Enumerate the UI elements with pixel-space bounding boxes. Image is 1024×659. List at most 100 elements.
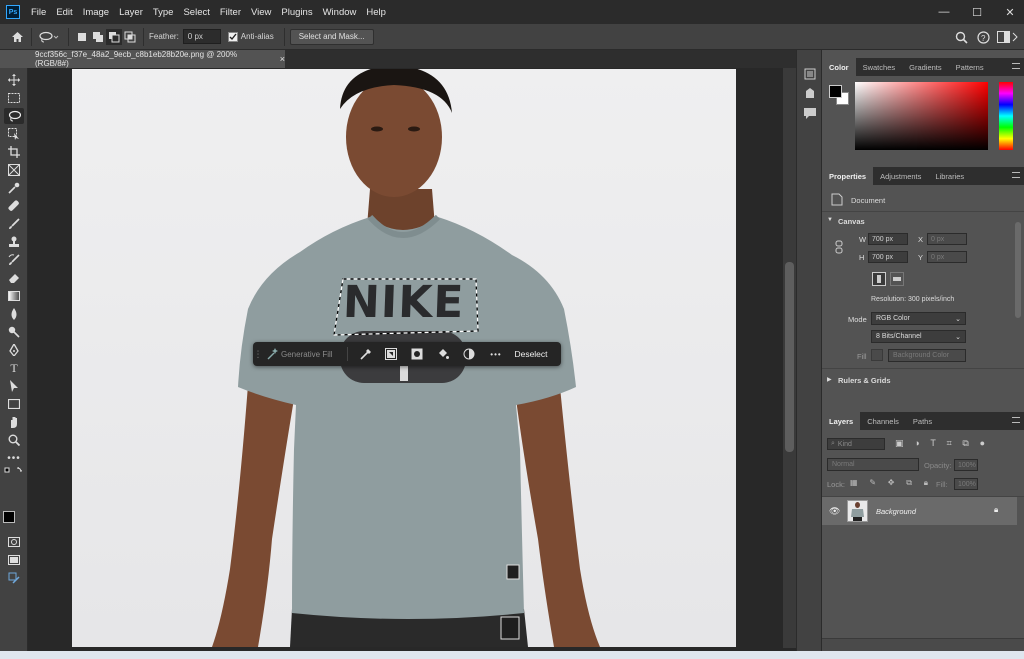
- menu-image[interactable]: Image: [78, 7, 114, 18]
- layer-row[interactable]: 👁︎ Background 🔒︎: [822, 497, 1017, 525]
- height-input[interactable]: 700 px: [868, 251, 908, 263]
- hue-slider[interactable]: [999, 82, 1013, 150]
- link-dimensions-icon[interactable]: [835, 240, 843, 254]
- blend-mode-select[interactable]: Normal: [827, 458, 919, 471]
- subtract-selection-icon[interactable]: [106, 28, 122, 45]
- color-panel-menu-icon[interactable]: [1012, 63, 1020, 69]
- lock-position-icon[interactable]: ✥: [888, 478, 895, 490]
- lock-transparent-icon[interactable]: ▦: [850, 478, 858, 490]
- blur-tool-icon[interactable]: [4, 306, 24, 322]
- home-icon[interactable]: [8, 29, 26, 45]
- y-input[interactable]: 0 px: [927, 251, 967, 263]
- workspace-icon[interactable]: [995, 29, 1011, 45]
- tab-color[interactable]: Color: [822, 58, 856, 76]
- rulers-chevron-icon[interactable]: ▶: [827, 376, 832, 383]
- tab-patterns[interactable]: Patterns: [949, 58, 991, 76]
- expand-icon[interactable]: [1010, 29, 1020, 45]
- comments-panel-icon[interactable]: [803, 106, 817, 120]
- history-brush-tool-icon[interactable]: [4, 252, 24, 268]
- tab-paths[interactable]: Paths: [906, 412, 939, 430]
- object-selection-tool-icon[interactable]: [4, 126, 24, 142]
- adjustment-layer-icon[interactable]: [456, 342, 482, 366]
- menu-file[interactable]: File: [26, 7, 51, 18]
- layer-name[interactable]: Background: [876, 507, 916, 516]
- drag-handle-icon[interactable]: ⋮: [253, 342, 263, 366]
- pen-tool-icon[interactable]: [4, 342, 24, 358]
- close-tab-icon[interactable]: ×: [280, 54, 285, 64]
- new-selection-icon[interactable]: [74, 29, 90, 45]
- healing-brush-tool-icon[interactable]: [4, 198, 24, 214]
- menu-window[interactable]: Window: [318, 7, 362, 18]
- rectangle-tool-icon[interactable]: [4, 396, 24, 412]
- menu-plugins[interactable]: Plugins: [276, 7, 317, 18]
- width-input[interactable]: 700 px: [868, 233, 908, 245]
- menu-edit[interactable]: Edit: [51, 7, 77, 18]
- lock-image-icon[interactable]: ✎: [869, 478, 876, 490]
- fill-opacity-input[interactable]: 100%: [954, 478, 978, 490]
- fill-swatch[interactable]: [871, 349, 883, 361]
- canvas-chevron-icon[interactable]: ▼: [827, 217, 833, 223]
- properties-scrollbar-thumb[interactable]: [1015, 222, 1021, 318]
- select-and-mask-button[interactable]: Select and Mask...: [289, 28, 374, 45]
- dodge-tool-icon[interactable]: [4, 324, 24, 340]
- type-filter-icon[interactable]: T: [930, 438, 936, 450]
- edit-toolbar-icon[interactable]: [4, 570, 24, 586]
- swap-colors-icon[interactable]: [4, 466, 24, 476]
- menu-layer[interactable]: Layer: [114, 7, 148, 18]
- modify-selection-icon[interactable]: [354, 342, 378, 366]
- eye-icon[interactable]: 👁︎: [829, 506, 840, 517]
- gradient-tool-icon[interactable]: [4, 288, 24, 304]
- menu-select[interactable]: Select: [178, 7, 214, 18]
- canvas-section-title[interactable]: Canvas: [838, 217, 865, 226]
- zoom-tool-icon[interactable]: [4, 432, 24, 448]
- generative-fill-button[interactable]: Generative Fill: [281, 342, 341, 366]
- smart-object-filter-icon[interactable]: ⧉: [962, 438, 968, 450]
- more-tools-icon[interactable]: •••: [4, 450, 24, 466]
- menu-type[interactable]: Type: [148, 7, 179, 18]
- fill-selection-icon[interactable]: [430, 342, 456, 366]
- shape-filter-icon[interactable]: ⌗: [947, 438, 952, 450]
- history-panel-icon[interactable]: [803, 67, 817, 81]
- lasso-preset-icon[interactable]: [37, 29, 63, 45]
- foreground-color-swatch[interactable]: [3, 511, 15, 523]
- quick-mask-icon[interactable]: [4, 534, 24, 550]
- hand-tool-icon[interactable]: [4, 414, 24, 430]
- deselect-button[interactable]: Deselect: [510, 342, 552, 366]
- clone-stamp-tool-icon[interactable]: [4, 234, 24, 250]
- tab-swatches[interactable]: Swatches: [856, 58, 903, 76]
- tab-layers[interactable]: Layers: [822, 412, 861, 430]
- minimize-icon[interactable]: —: [927, 0, 961, 24]
- vertical-scrollbar-thumb[interactable]: [785, 262, 794, 452]
- fg-color-chip[interactable]: [829, 85, 842, 98]
- color-picker-field[interactable]: [855, 82, 988, 150]
- invert-selection-icon[interactable]: [378, 342, 404, 366]
- crop-tool-icon[interactable]: [4, 144, 24, 160]
- landscape-orientation-icon[interactable]: [890, 272, 904, 286]
- tab-gradients[interactable]: Gradients: [902, 58, 949, 76]
- antialias-checkbox[interactable]: [227, 29, 239, 45]
- maximize-icon[interactable]: ☐: [960, 0, 994, 24]
- generative-fill-icon[interactable]: [263, 342, 281, 366]
- lock-all-icon[interactable]: 🔒︎: [924, 478, 928, 490]
- mode-select[interactable]: RGB Color ⌄: [871, 312, 966, 325]
- filter-toggle-icon[interactable]: ●: [980, 438, 985, 450]
- tab-properties[interactable]: Properties: [822, 167, 874, 185]
- actions-panel-icon[interactable]: [803, 86, 817, 100]
- search-icon[interactable]: [953, 29, 969, 45]
- menu-help[interactable]: Help: [361, 7, 391, 18]
- x-input[interactable]: 0 px: [927, 233, 967, 245]
- tab-libraries[interactable]: Libraries: [928, 167, 971, 185]
- bit-depth-select[interactable]: 8 Bits/Channel ⌄: [871, 330, 966, 343]
- add-selection-icon[interactable]: [90, 29, 106, 45]
- screen-mode-icon[interactable]: [4, 552, 24, 568]
- pixel-filter-icon[interactable]: ▣: [895, 438, 904, 450]
- eyedropper-tool-icon[interactable]: [4, 180, 24, 196]
- opacity-input[interactable]: 100%: [954, 459, 978, 471]
- feather-input[interactable]: 0 px: [182, 29, 221, 44]
- type-tool-icon[interactable]: T: [4, 360, 24, 376]
- layer-filter-kind[interactable]: ⌕ Kind: [827, 438, 885, 450]
- menu-view[interactable]: View: [246, 7, 276, 18]
- adjustment-filter-icon[interactable]: ◑: [914, 438, 919, 450]
- tab-adjustments[interactable]: Adjustments: [873, 167, 928, 185]
- lock-artboard-icon[interactable]: ⧉: [906, 478, 912, 490]
